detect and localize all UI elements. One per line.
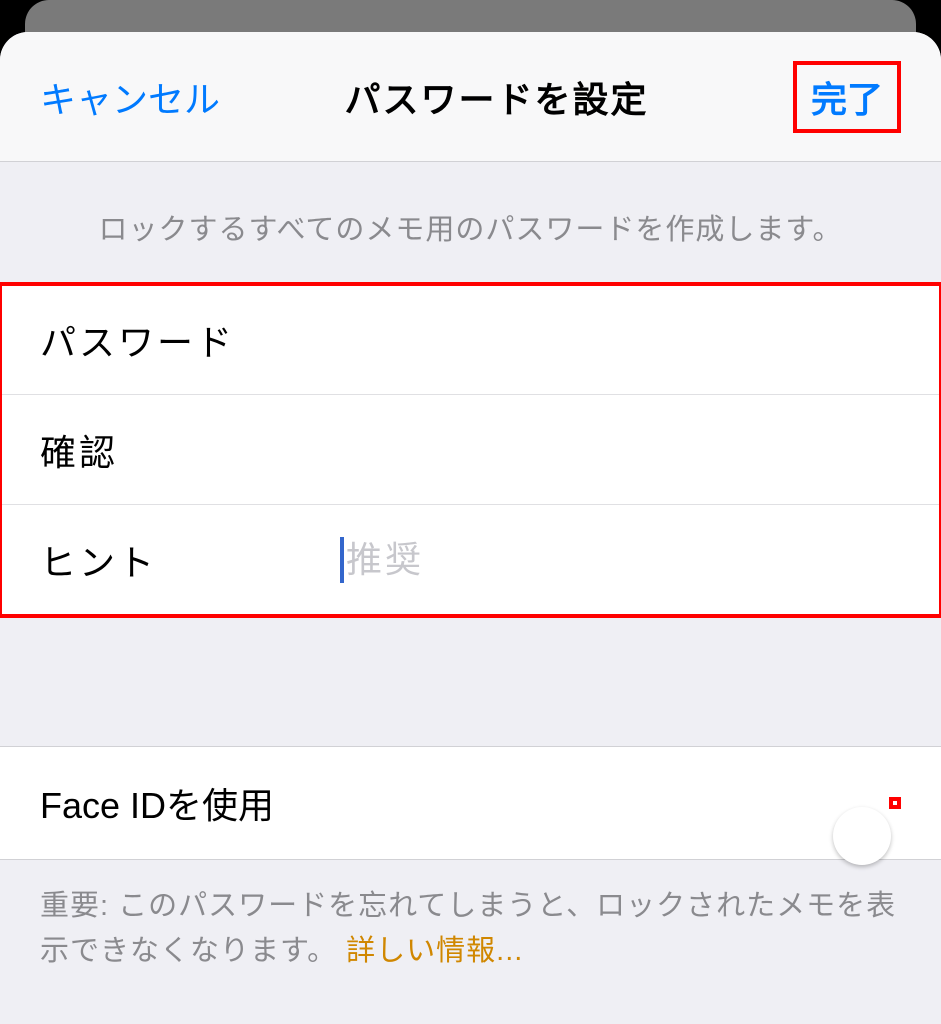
faceid-group: Face IDを使用 bbox=[0, 746, 941, 860]
toggle-knob bbox=[833, 807, 891, 865]
password-label: パスワード bbox=[40, 314, 340, 366]
password-input[interactable] bbox=[340, 285, 901, 394]
hint-input[interactable] bbox=[340, 505, 901, 615]
done-button-highlight: 完了 bbox=[793, 61, 901, 133]
modal-backdrop: キャンセル パスワードを設定 完了 ロックするすべてのメモ用のパスワードを作成し… bbox=[0, 0, 941, 1024]
section-spacer bbox=[0, 616, 941, 746]
faceid-toggle-highlight bbox=[889, 797, 901, 809]
more-info-link[interactable]: 詳しい情報... bbox=[346, 935, 523, 967]
footer-warning: 重要: このパスワードを忘れてしまうと、ロックされたメモを表示できなくなります。… bbox=[0, 860, 941, 974]
password-setup-sheet: キャンセル パスワードを設定 完了 ロックするすべてのメモ用のパスワードを作成し… bbox=[0, 32, 941, 1024]
section-header-note: ロックするすべてのメモ用のパスワードを作成します。 bbox=[0, 162, 941, 284]
hint-label: ヒント bbox=[40, 534, 340, 586]
navbar: キャンセル パスワードを設定 完了 bbox=[0, 32, 941, 162]
confirm-input[interactable] bbox=[340, 395, 901, 504]
done-button[interactable]: 完了 bbox=[797, 65, 897, 129]
navbar-title: パスワードを設定 bbox=[200, 71, 793, 123]
cancel-button[interactable]: キャンセル bbox=[40, 71, 220, 123]
faceid-label: Face IDを使用 bbox=[40, 777, 274, 829]
password-row[interactable]: パスワード bbox=[0, 285, 941, 395]
hint-row[interactable]: ヒント bbox=[0, 505, 941, 615]
confirm-row[interactable]: 確認 bbox=[0, 395, 941, 505]
password-fields-group: パスワード 確認 ヒント bbox=[0, 284, 941, 616]
confirm-label: 確認 bbox=[40, 424, 340, 476]
faceid-row[interactable]: Face IDを使用 bbox=[0, 747, 941, 859]
